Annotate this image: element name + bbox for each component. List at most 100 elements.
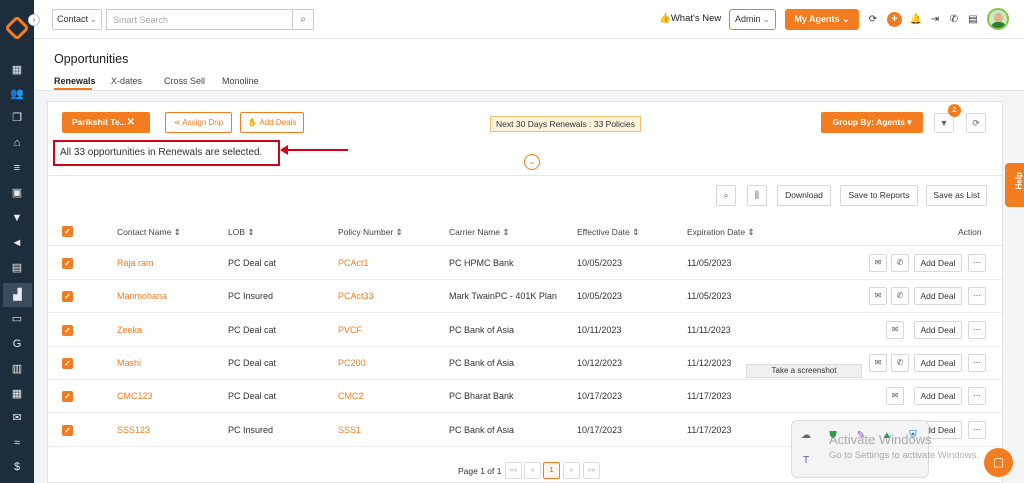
- dashboard-icon[interactable]: ▦: [9, 62, 25, 78]
- book-icon[interactable]: ▥: [9, 361, 25, 377]
- contact-name-link[interactable]: Manmohana: [117, 291, 167, 301]
- calculator-icon[interactable]: ▤: [966, 13, 980, 27]
- row-checkbox[interactable]: ✓: [62, 425, 73, 436]
- add-deal-button[interactable]: Add Deal: [914, 387, 962, 405]
- policy-number-link[interactable]: PVCF: [338, 325, 362, 335]
- search-icon[interactable]: ⌕: [292, 9, 314, 30]
- sidebar-toggle-button[interactable]: ›: [28, 14, 40, 26]
- page-1-button[interactable]: 1: [543, 462, 560, 479]
- google-icon[interactable]: G: [9, 336, 25, 352]
- documents-icon[interactable]: ❐: [9, 110, 25, 126]
- bank-icon[interactable]: ⌂: [9, 135, 25, 151]
- call-icon[interactable]: ✆: [891, 254, 909, 272]
- logout-icon[interactable]: ⇥: [928, 13, 942, 27]
- last-page-button[interactable]: »»: [583, 462, 600, 479]
- first-page-button[interactable]: ««: [505, 462, 522, 479]
- assign-drip-button[interactable]: ⋖ Assign Drip: [165, 112, 232, 133]
- column-header-effective-date[interactable]: Effective Date ⇕: [577, 227, 639, 238]
- user-avatar[interactable]: [987, 8, 1009, 30]
- message-icon[interactable]: ✉: [886, 321, 904, 339]
- more-options-icon[interactable]: ⋯: [968, 254, 986, 272]
- policy-number-link[interactable]: CMC2: [338, 391, 364, 401]
- policy-number-link[interactable]: PCAct1: [338, 258, 369, 268]
- add-deals-button[interactable]: ✋ Add Deals: [240, 112, 304, 133]
- tab-renewals[interactable]: Renewals: [54, 76, 96, 86]
- add-deal-button[interactable]: Add Deal: [914, 321, 962, 339]
- tab-x-dates[interactable]: X-dates: [111, 76, 142, 86]
- row-checkbox[interactable]: ✓: [62, 391, 73, 402]
- policy-number-link[interactable]: PC200: [338, 358, 366, 368]
- row-checkbox[interactable]: ✓: [62, 258, 73, 269]
- row-checkbox[interactable]: ✓: [62, 291, 73, 302]
- save-to-reports-button[interactable]: Save to Reports: [840, 185, 918, 206]
- column-header-policy-number[interactable]: Policy Number ⇕: [338, 227, 403, 238]
- more-options-icon[interactable]: ⋯: [968, 421, 986, 439]
- notes-icon[interactable]: ▤: [9, 260, 25, 276]
- help-tab[interactable]: Help: [1005, 163, 1024, 207]
- mail-icon[interactable]: ✉: [9, 410, 25, 426]
- policy-number-link[interactable]: SSS1: [338, 425, 361, 435]
- teams-icon[interactable]: T: [800, 455, 812, 467]
- contact-name-link[interactable]: CMC123: [117, 391, 153, 401]
- phone-icon[interactable]: ✆: [947, 13, 961, 27]
- call-icon[interactable]: ✆: [891, 287, 909, 305]
- call-icon[interactable]: ✆: [891, 354, 909, 372]
- tab-cross-sell[interactable]: Cross Sell: [164, 76, 205, 86]
- contact-name-link[interactable]: Mashi: [117, 358, 141, 368]
- reset-icon[interactable]: ⟳: [966, 113, 986, 133]
- column-header-carrier-name[interactable]: Carrier Name ⇕: [449, 227, 510, 238]
- folder-icon[interactable]: ▭: [9, 311, 25, 327]
- message-icon[interactable]: ✉: [886, 387, 904, 405]
- chevron-down-icon[interactable]: ⌄: [524, 154, 540, 170]
- contact-name-link[interactable]: Raja ram: [117, 258, 154, 268]
- add-deal-button[interactable]: Add Deal: [914, 354, 962, 372]
- save-as-list-button[interactable]: Save as List: [926, 185, 987, 206]
- list-icon[interactable]: ≡: [9, 160, 25, 176]
- role-select[interactable]: Admin ⌄: [729, 9, 776, 30]
- row-checkbox[interactable]: ✓: [62, 325, 73, 336]
- download-button[interactable]: Download: [777, 185, 831, 206]
- column-header-lob[interactable]: LOB ⇕: [228, 227, 255, 238]
- message-icon[interactable]: ✉: [869, 254, 887, 272]
- message-icon[interactable]: ✉: [869, 287, 887, 305]
- prev-page-button[interactable]: «: [524, 462, 541, 479]
- select-all-checkbox[interactable]: ✓: [62, 226, 73, 237]
- handshake-icon[interactable]: ≈: [9, 435, 25, 451]
- close-icon[interactable]: ✕: [127, 112, 135, 133]
- more-options-icon[interactable]: ⋯: [968, 354, 986, 372]
- contacts-icon[interactable]: 👥: [9, 86, 25, 102]
- contact-card-icon[interactable]: ▣: [9, 185, 25, 201]
- add-deal-button[interactable]: Add Deal: [914, 287, 962, 305]
- megaphone-icon[interactable]: ◄: [9, 235, 25, 251]
- add-icon[interactable]: +: [887, 12, 902, 27]
- contact-name-link[interactable]: SSS123: [117, 425, 150, 435]
- dollar-icon[interactable]: $: [9, 459, 25, 475]
- more-options-icon[interactable]: ⋯: [968, 387, 986, 405]
- agent-filter-chip[interactable]: Parikshit Te... ✕: [62, 112, 150, 133]
- group-by-dropdown[interactable]: Group By: Agents ▾: [821, 112, 923, 133]
- refresh-icon[interactable]: ⟳: [866, 13, 880, 27]
- message-icon[interactable]: ✉: [869, 354, 887, 372]
- whats-new-link[interactable]: 👍What's New: [659, 13, 721, 24]
- columns-icon[interactable]: ⫼: [747, 185, 767, 206]
- smart-search-input[interactable]: [106, 9, 292, 30]
- more-options-icon[interactable]: ⋯: [968, 287, 986, 305]
- row-checkbox[interactable]: ✓: [62, 358, 73, 369]
- next-page-button[interactable]: »: [563, 462, 580, 479]
- add-deal-button[interactable]: Add Deal: [914, 254, 962, 272]
- tab-monoline[interactable]: Monoline: [222, 76, 259, 86]
- filter-funnel-icon[interactable]: ▼: [9, 210, 25, 226]
- calendar-icon[interactable]: ▦: [9, 386, 25, 402]
- table-search-icon[interactable]: ⌕: [716, 185, 736, 206]
- more-options-icon[interactable]: ⋯: [968, 321, 986, 339]
- my-agents-dropdown[interactable]: My Agents ⌄: [785, 9, 859, 30]
- chat-icon[interactable]: ▢: [984, 448, 1013, 477]
- opportunities-chart-icon[interactable]: ▟: [3, 283, 32, 307]
- contact-name-link[interactable]: Zeeka: [117, 325, 142, 335]
- column-header-expiration-date[interactable]: Expiration Date ⇕: [687, 227, 755, 238]
- search-scope-select[interactable]: Contact ⌄: [52, 9, 102, 30]
- policy-number-link[interactable]: PCAct33: [338, 291, 374, 301]
- cloud-icon[interactable]: ☁: [800, 430, 812, 442]
- bell-icon[interactable]: 🔔: [909, 13, 923, 27]
- column-header-contact-name[interactable]: Contact Name ⇕: [117, 227, 181, 238]
